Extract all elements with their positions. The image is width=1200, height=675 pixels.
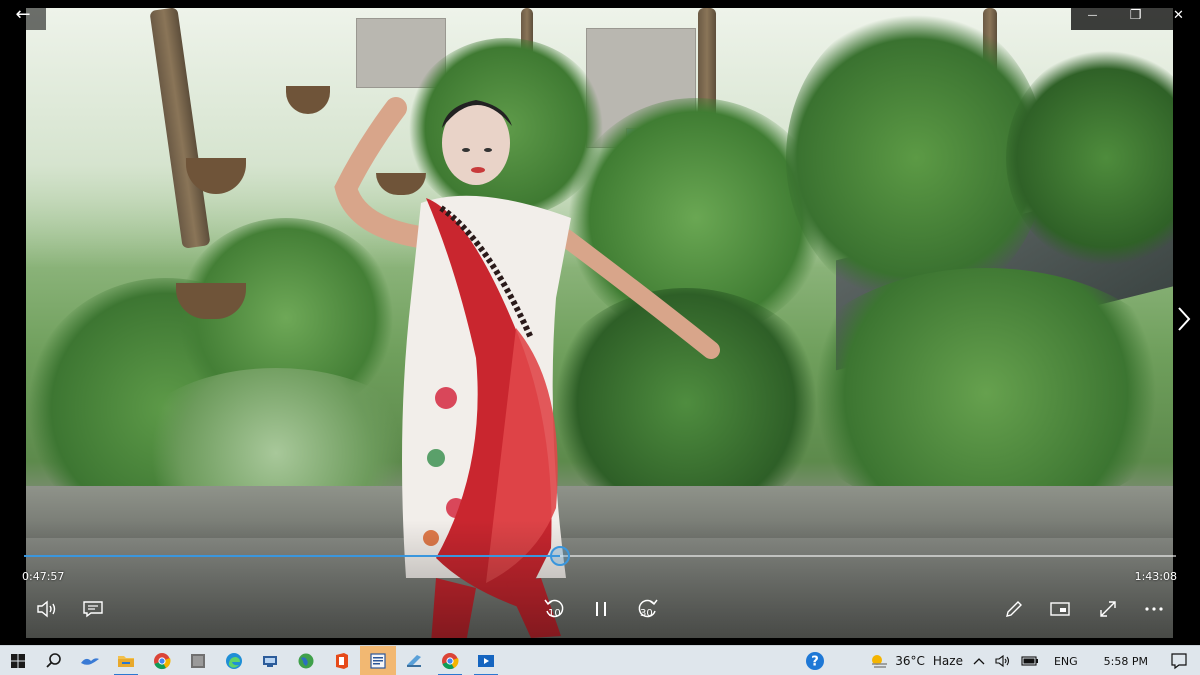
skip-forward-button[interactable]: 30: [634, 596, 662, 622]
taskbar-app-movies-tv[interactable]: [468, 646, 504, 675]
taskbar-app-chrome-2[interactable]: [432, 646, 468, 675]
subtitles-icon: [83, 601, 103, 618]
battery-tray-button[interactable]: [1016, 646, 1044, 675]
skip-back-seconds: 10: [548, 608, 561, 619]
notification-icon: [1171, 653, 1187, 670]
mini-view-button[interactable]: [1048, 596, 1072, 622]
skip-forward-seconds: 30: [640, 608, 653, 619]
taskbar-app-word-document[interactable]: [360, 645, 396, 675]
taskbar-app-office[interactable]: [324, 646, 360, 675]
chevron-right-icon: [1178, 307, 1191, 331]
search-icon: [46, 652, 61, 668]
restore-button[interactable]: ❐: [1114, 0, 1157, 30]
volume-tray-button[interactable]: [990, 646, 1016, 675]
system-tray: ? 36°C Haze ENG 5:58 PM: [800, 646, 1200, 675]
pause-button[interactable]: [589, 596, 613, 622]
globe-app-icon: [298, 653, 314, 668]
seek-bar-thumb[interactable]: [549, 546, 570, 566]
speaker-icon: [995, 654, 1010, 668]
start-button[interactable]: [0, 646, 36, 675]
pause-icon: [596, 602, 606, 616]
volume-button[interactable]: [34, 596, 60, 622]
elapsed-time: 0:47:57: [22, 570, 65, 583]
taskbar-app-scanner[interactable]: [252, 646, 288, 675]
fullscreen-icon: [1100, 601, 1116, 617]
scanner-app-icon: [263, 655, 277, 667]
chrome-icon: [442, 652, 459, 669]
taskbar-app-edge[interactable]: [216, 646, 252, 675]
restore-icon: ❐: [1129, 7, 1142, 23]
video-player-window: ← — ❐ ✕ 0:47:57 1:43:08 10 30: [0, 0, 1200, 645]
notepad-icon: [407, 654, 421, 667]
subtitles-button[interactable]: [80, 596, 106, 622]
mini-view-icon: [1050, 602, 1070, 616]
more-options-button[interactable]: [1142, 596, 1166, 622]
taskbar-app-notepad[interactable]: [396, 646, 432, 675]
svg-text:?: ?: [811, 655, 819, 670]
volume-icon: [37, 600, 56, 618]
chevron-up-icon: [973, 658, 985, 665]
weather-temperature: 36°C: [895, 654, 925, 668]
window-caption-buttons: — ❐ ✕: [1071, 0, 1200, 30]
chrome-icon: [154, 652, 171, 669]
clock-button[interactable]: 5:58 PM: [1088, 646, 1164, 675]
help-icon: ?: [806, 652, 825, 670]
office-icon: [336, 652, 348, 669]
ellipsis-icon: [1145, 607, 1163, 611]
minimize-icon: —: [1087, 9, 1098, 21]
weather-haze-icon: [872, 655, 888, 668]
close-icon: ✕: [1173, 7, 1184, 23]
seek-bar-played: [24, 555, 560, 557]
windows-taskbar: ? 36°C Haze ENG 5:58 PM: [0, 645, 1200, 675]
show-hidden-icons-button[interactable]: [968, 646, 990, 675]
taskbar-search-button[interactable]: [36, 646, 72, 675]
seek-bar[interactable]: [24, 546, 1176, 566]
app-root: ← — ❐ ✕ 0:47:57 1:43:08 10 30 ? 36°C Haz…: [0, 0, 1200, 675]
movies-tv-icon: [478, 654, 494, 667]
app-icon-gray: [191, 653, 205, 668]
weather-widget[interactable]: 36°C Haze: [864, 646, 968, 675]
pencil-icon: [1006, 601, 1022, 617]
bird-app-icon: [81, 657, 99, 665]
language-indicator[interactable]: ENG: [1044, 646, 1088, 675]
taskbar-app-bird[interactable]: [72, 646, 108, 675]
close-button[interactable]: ✕: [1157, 0, 1200, 30]
battery-icon: [1021, 656, 1038, 666]
next-video-button[interactable]: [1174, 306, 1194, 340]
edge-icon: [226, 652, 242, 669]
skip-back-button[interactable]: 10: [540, 596, 568, 622]
video-foliage: [786, 268, 1173, 518]
taskbar-app-chrome[interactable]: [144, 646, 180, 675]
back-button[interactable]: ←: [0, 0, 46, 30]
taskbar-app-gray[interactable]: [180, 646, 216, 675]
weather-condition: Haze: [932, 654, 963, 668]
start-icon: [11, 653, 25, 668]
language-label: ENG: [1053, 654, 1078, 668]
back-arrow-icon: ←: [15, 4, 31, 25]
notifications-button[interactable]: [1164, 646, 1200, 675]
clock-time: 5:58 PM: [1103, 654, 1148, 668]
fullscreen-button[interactable]: [1096, 596, 1120, 622]
total-time: 1:43:08: [1134, 570, 1177, 583]
minimize-button[interactable]: —: [1071, 0, 1114, 30]
help-button[interactable]: ?: [800, 646, 830, 675]
taskbar-app-globe[interactable]: [288, 646, 324, 675]
word-doc-icon: [370, 652, 386, 669]
taskbar-app-file-explorer[interactable]: [108, 646, 144, 675]
file-explorer-icon: [118, 655, 134, 667]
edit-button[interactable]: [1002, 596, 1026, 622]
